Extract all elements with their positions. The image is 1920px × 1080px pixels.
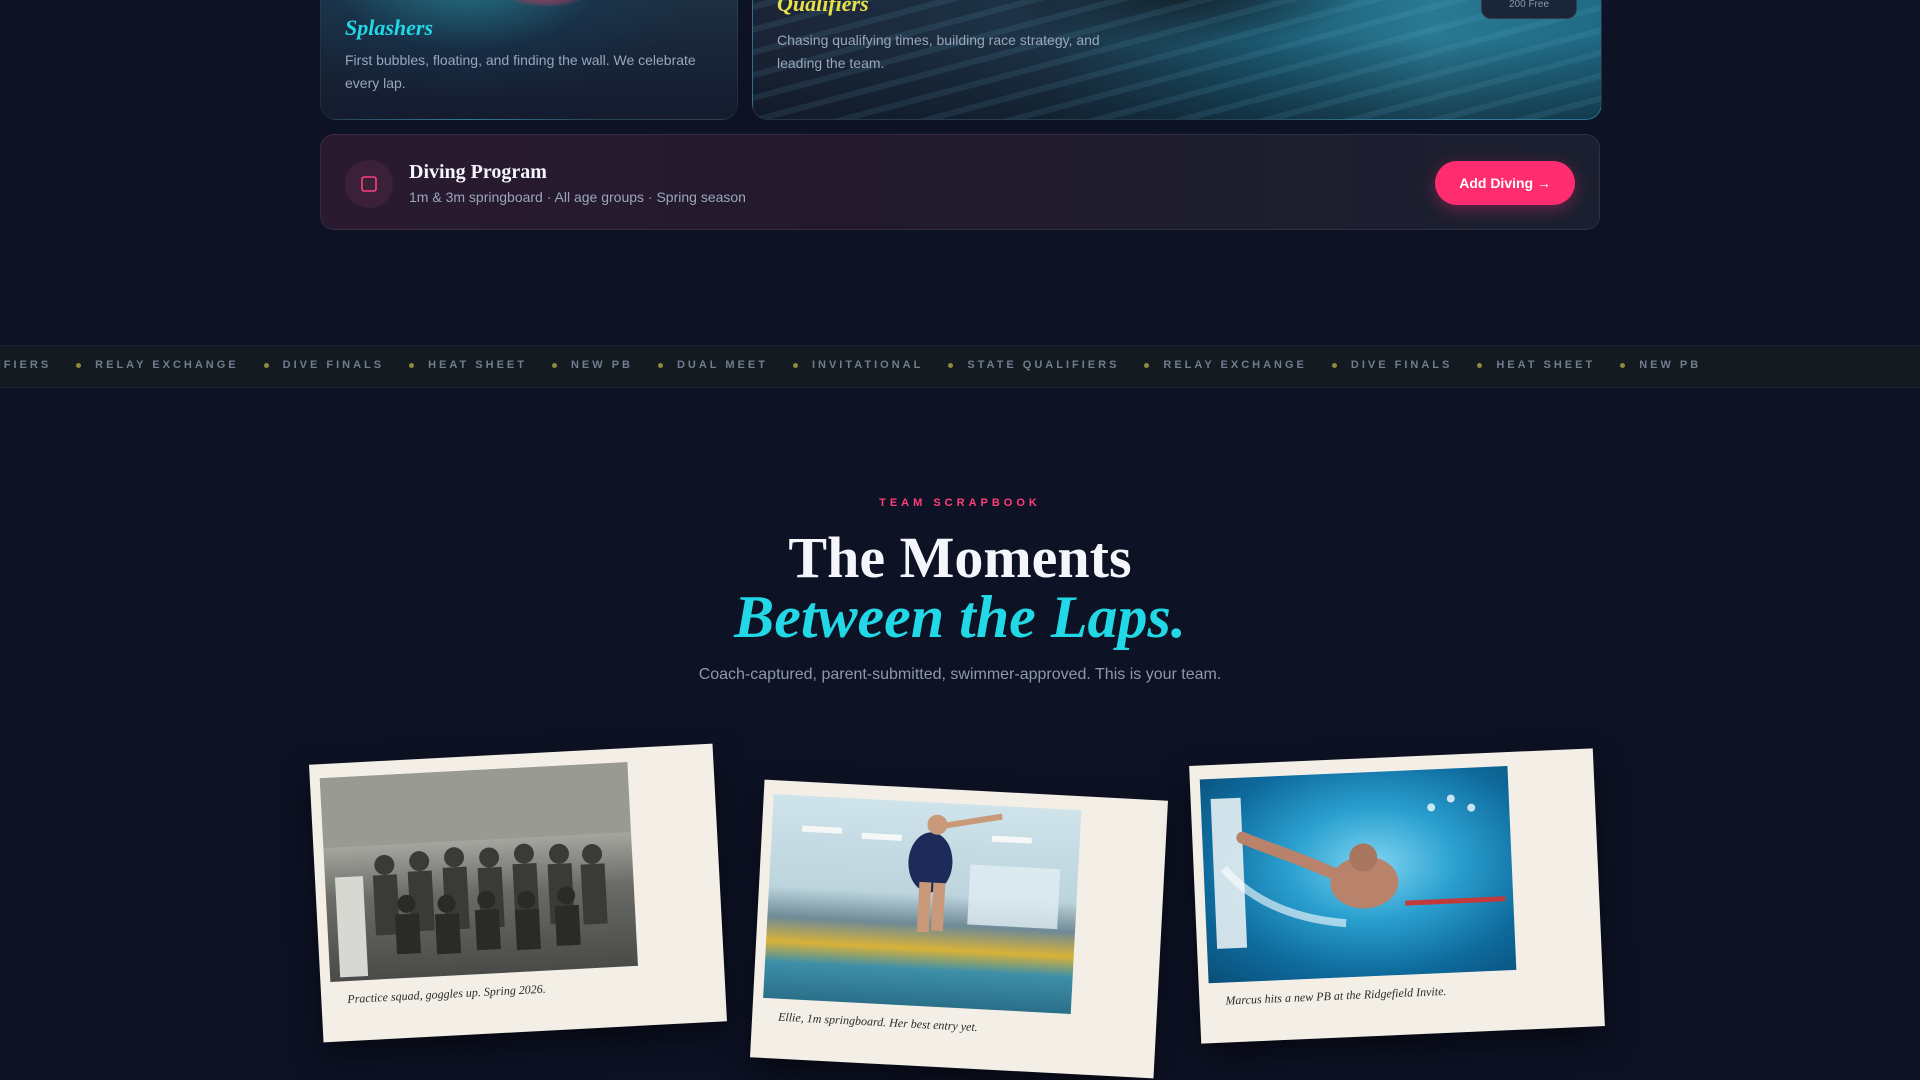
ticker-bullet-icon: [409, 362, 415, 368]
photo-caption: Practice squad, goggles up. Spring 2026.: [346, 981, 547, 1007]
ticker-item: STATE QUALIFIERS: [948, 359, 1119, 371]
ticker-item: HEAT SHEET: [1477, 359, 1595, 371]
photo-caption: Ellie, 1m springboard. Her best entry ye…: [777, 1009, 979, 1035]
program-title: Qualifiers: [777, 0, 869, 16]
swimmer-photo: [1199, 766, 1517, 984]
event-badge: 200 Free: [1481, 0, 1577, 19]
program-description: First bubbles, floating, and finding the…: [345, 52, 696, 91]
ticker-label: NEW PB: [570, 359, 633, 371]
section-eyebrow: TEAM SCRAPBOOK: [879, 497, 1041, 509]
ticker-bullet-icon: [948, 362, 954, 368]
ticker-item: NEW PB: [551, 359, 633, 371]
ticker-item: RELAY EXCHANGE: [1144, 359, 1306, 371]
event-ticker: LIFIERS RELAY EXCHANGE DIVE FINALS HEAT SHE…: [0, 345, 1920, 388]
polaroid-swimmer-photo[interactable]: Marcus hits a new PB at the Ridgefield I…: [1189, 748, 1605, 1044]
ticker-label: STATE QUALIFIERS: [967, 359, 1120, 371]
ticker-item: DUAL MEET: [657, 359, 768, 371]
ticker-bullet-icon: [1477, 362, 1483, 368]
ticker-bullet-icon: [657, 362, 663, 368]
ticker-bullet-icon: [76, 362, 82, 368]
ticker-bullet-icon: [263, 362, 269, 368]
section-heading: The Moments: [788, 525, 1132, 590]
ticker-item: DIVE FINALS: [263, 359, 385, 371]
polaroid-team-photo[interactable]: Practice squad, goggles up. Spring 2026.: [309, 743, 727, 1043]
ticker-label: RELAY EXCHANGE: [95, 359, 239, 371]
diving-icon: [345, 160, 393, 208]
diving-title: Diving Program: [409, 161, 547, 183]
diving-subtitle: 1m & 3m springboard · All age groups · S…: [409, 189, 746, 205]
section-heading-accent: Between the Laps.: [734, 584, 1186, 650]
ticker-bullet-icon: [1620, 362, 1626, 368]
ticker-item: HEAT SHEET: [409, 359, 527, 371]
ticker-bullet-icon: [792, 362, 798, 368]
ticker-item: DIVE FINALS: [1331, 359, 1453, 371]
program-title: Splashers: [345, 15, 434, 40]
ticker-label: HEAT SHEET: [1496, 359, 1596, 371]
ticker-track: LIFIERS RELAY EXCHANGE DIVE FINALS HEAT SHE…: [0, 359, 1726, 371]
team-photo: [319, 762, 638, 982]
program-description: Chasing qualifying times, building race …: [777, 32, 1100, 71]
ticker-item: LIFIERS: [0, 359, 51, 371]
ticker-item: INVITATIONAL: [792, 359, 924, 371]
add-diving-button[interactable]: Add Diving →: [1435, 161, 1575, 205]
ticker-bullet-icon: [551, 362, 557, 368]
section-subheading: Coach-captured, parent-submitted, swimme…: [698, 666, 1222, 683]
ticker-label: DIVE FINALS: [1350, 359, 1453, 371]
ticker-label: HEAT SHEET: [428, 359, 527, 371]
polaroid-diver-photo[interactable]: Ellie, 1m springboard. Her best entry ye…: [750, 779, 1168, 1079]
ticker-label: DUAL MEET: [676, 359, 768, 371]
card-image: [501, 0, 591, 7]
ticker-bullet-icon: [1331, 362, 1337, 368]
ticker-label: DIVE FINALS: [282, 359, 385, 371]
ticker-bullet-icon: [1144, 362, 1150, 368]
diver-photo: [763, 794, 1082, 1014]
ticker-item: NEW PB: [1620, 359, 1701, 371]
ticker-label: INVITATIONAL: [811, 359, 924, 371]
ticker-label: NEW PB: [1639, 359, 1702, 371]
ticker-item: RELAY EXCHANGE: [76, 359, 238, 371]
ticker-label: RELAY EXCHANGE: [1163, 359, 1307, 371]
ticker-label: LIFIERS: [0, 359, 52, 371]
program-card-qualifiers[interactable]: Qualifiers Chasing qualifying times, bui…: [752, 0, 1602, 120]
photo-caption: Marcus hits a new PB at the Ridgefield I…: [1225, 983, 1447, 1008]
diving-program-bar: Diving Program 1m & 3m springboard · All…: [320, 134, 1600, 230]
program-card-splashers[interactable]: Splashers First bubbles, floating, and f…: [320, 0, 738, 120]
